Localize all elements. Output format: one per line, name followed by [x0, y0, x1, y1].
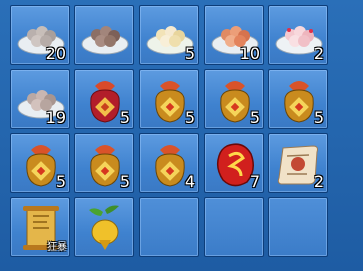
golden-fruit-icon [89, 205, 119, 250]
inventory-slot-13[interactable]: 4 [139, 133, 199, 193]
inventory-slot-16[interactable]: 狂暴 [10, 197, 70, 257]
item-count: 5 [119, 108, 130, 127]
item-count: 2 [313, 44, 324, 63]
item-count: 20 [45, 44, 66, 63]
dumpling-plate-brown-icon [81, 26, 129, 55]
inventory-slot-20[interactable] [268, 197, 328, 257]
inventory-slot-18[interactable] [139, 197, 199, 257]
inventory-slot-3[interactable]: 5 [139, 5, 199, 65]
item-count: 5 [119, 172, 130, 191]
inventory-slot-7[interactable]: 5 [74, 69, 134, 129]
item-count: 5 [184, 108, 195, 127]
inventory-slot-14[interactable]: 7 [204, 133, 264, 193]
inventory-slot-6[interactable]: 19 [10, 69, 70, 129]
inventory-slot-15[interactable]: 2 [268, 133, 328, 193]
inventory-slot-4[interactable]: 10 [204, 5, 264, 65]
inventory-slot-19[interactable] [204, 197, 264, 257]
inventory-slot-8[interactable]: 5 [139, 69, 199, 129]
inventory-slot-10[interactable]: 5 [268, 69, 328, 129]
item-label: 狂暴 [47, 242, 67, 253]
item-count: 5 [313, 108, 324, 127]
item-count: 5 [55, 172, 66, 191]
item-count: 2 [313, 172, 324, 191]
inventory-slot-2[interactable] [74, 5, 134, 65]
item-count: 5 [249, 108, 260, 127]
item-count: 19 [45, 108, 66, 127]
inventory-slot-11[interactable]: 5 [10, 133, 70, 193]
item-count: 4 [184, 172, 195, 191]
item-count: 5 [184, 44, 195, 63]
item-count: 10 [239, 44, 260, 63]
inventory-slot-5[interactable]: 2 [268, 5, 328, 65]
inventory-slot-12[interactable]: 5 [74, 133, 134, 193]
item-count: 7 [249, 172, 260, 191]
inventory-slot-9[interactable]: 5 [204, 69, 264, 129]
inventory-slot-17[interactable] [74, 197, 134, 257]
inventory-slot-1[interactable]: 20 [10, 5, 70, 65]
inventory-grid: 20 5 10 2 19 5 5 5 5 5 5 4 7 2 狂暴 [0, 0, 363, 271]
